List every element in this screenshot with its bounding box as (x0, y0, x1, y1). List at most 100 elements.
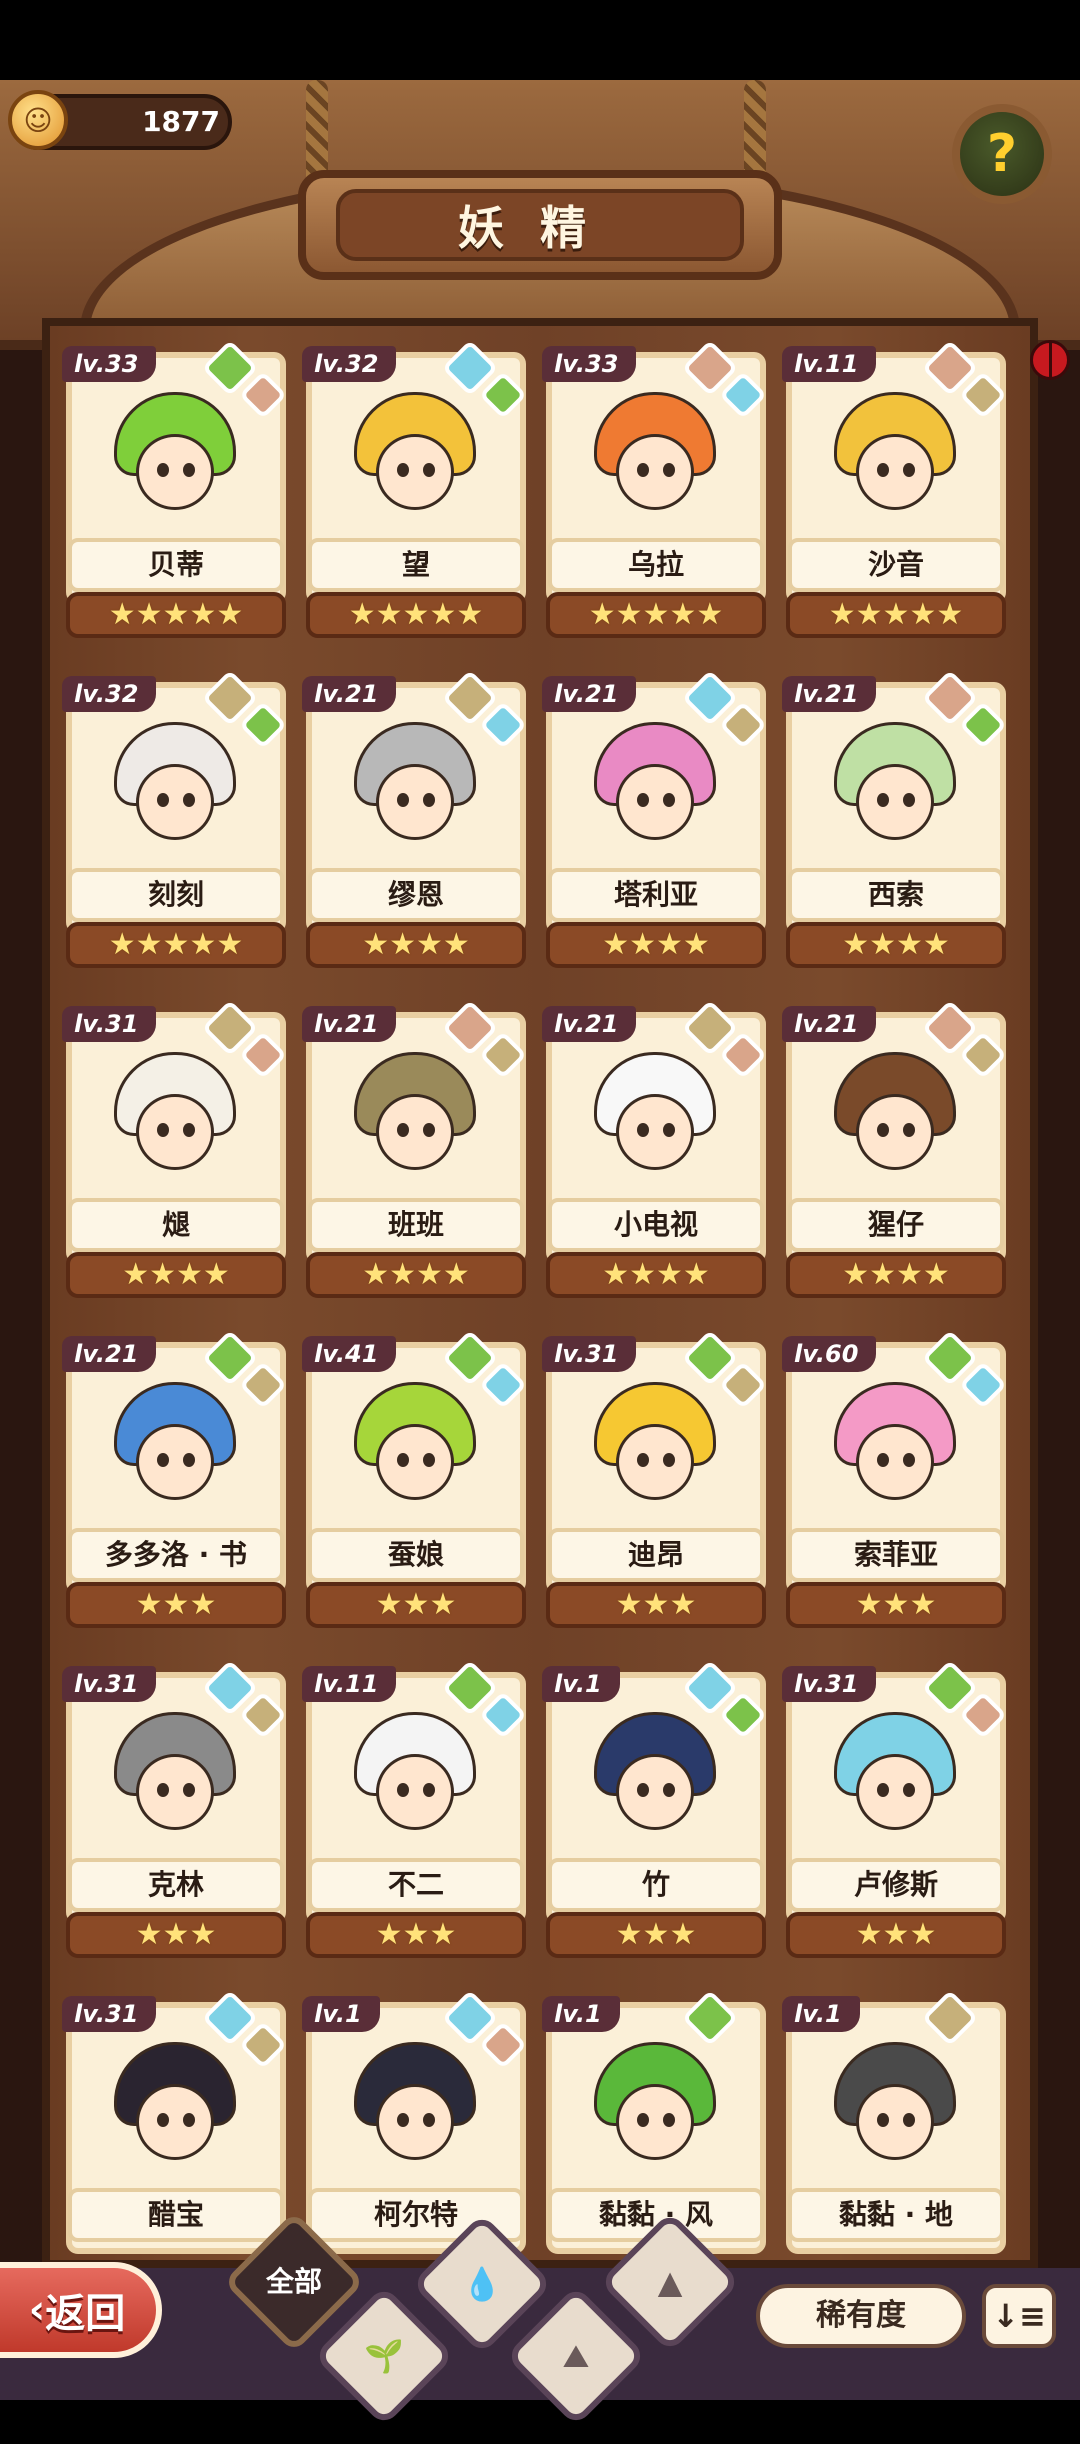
fairy-card[interactable]: lv.11 沙音 ★★★★★ (782, 339, 1008, 642)
fairy-name: 西索 (788, 868, 1004, 922)
fairy-portrait (100, 714, 250, 864)
eye (397, 1783, 409, 1797)
eye (903, 1453, 915, 1467)
sort-order-button[interactable]: ↓≡ (982, 2284, 1056, 2348)
eye (157, 1123, 169, 1137)
eye (903, 463, 915, 477)
fairy-portrait (580, 1704, 730, 1854)
level-badge: lv.1 (542, 1666, 620, 1702)
fairy-card[interactable]: lv.21 小电视 ★★★★ (542, 999, 768, 1302)
star-rating: ★★★★★ (66, 592, 286, 638)
fairy-name: 克林 (68, 1858, 284, 1912)
fairy-card[interactable]: lv.33 贝蒂 ★★★★★ (62, 339, 288, 642)
fairy-card[interactable]: lv.60 索菲亚 ★★★ (782, 1329, 1008, 1632)
fairy-card[interactable]: lv.31 克林 ★★★ (62, 1659, 288, 1962)
ladybug-icon[interactable] (1030, 340, 1070, 380)
star-rating: ★★★★ (786, 922, 1006, 968)
star-rating: ★★★ (66, 1912, 286, 1958)
fairy-face (616, 2084, 694, 2160)
eye (157, 1453, 169, 1467)
fairy-card[interactable]: lv.31 醋宝 (62, 1989, 288, 2292)
star-rating: ★★★★ (786, 1252, 1006, 1298)
eye (423, 1123, 435, 1137)
fairy-portrait (820, 1044, 970, 1194)
fairy-face (376, 1424, 454, 1500)
level-badge: lv.11 (782, 346, 877, 382)
fairy-card[interactable]: lv.21 塔利亚 ★★★★ (542, 669, 768, 972)
fairy-portrait (340, 2034, 490, 2184)
leaf-icon: 🌱 (364, 2337, 404, 2375)
eye (397, 2113, 409, 2127)
star-icons: ★★★★ (122, 1257, 230, 1292)
fairy-name: 竹 (548, 1858, 764, 1912)
star-rating: ★★★★★ (786, 592, 1006, 638)
fairy-card[interactable]: lv.1 黏黏 · 地 (782, 1989, 1006, 2292)
back-button[interactable]: ‹ 返回 (0, 2262, 162, 2358)
eye (877, 793, 889, 807)
fairy-name: 沙音 (788, 538, 1004, 592)
fairy-face (856, 2084, 934, 2160)
level-badge: lv.31 (62, 1996, 157, 2032)
eye (157, 2113, 169, 2127)
fairy-face (856, 764, 934, 840)
eye (663, 2113, 675, 2127)
fairy-face (616, 1424, 694, 1500)
eye (183, 1123, 195, 1137)
star-icons: ★★★ (855, 1587, 937, 1622)
star-icons: ★★★ (135, 1917, 217, 1952)
level-badge: lv.32 (62, 676, 157, 712)
fairy-face (136, 2084, 214, 2160)
eye (903, 793, 915, 807)
fairy-card[interactable]: lv.21 猩仔 ★★★★ (782, 999, 1008, 1302)
eye (877, 2113, 889, 2127)
fairy-card[interactable]: lv.32 望 ★★★★★ (302, 339, 528, 642)
level-badge: lv.31 (542, 1336, 637, 1372)
star-icons: ★★★★★ (108, 927, 244, 962)
star-rating: ★★★ (66, 1582, 286, 1628)
fairy-face (376, 764, 454, 840)
fairy-card[interactable]: lv.21 西索 ★★★★ (782, 669, 1008, 972)
fairy-card[interactable]: lv.31 煺 ★★★★ (62, 999, 288, 1302)
fairy-card[interactable]: lv.21 班班 ★★★★ (302, 999, 528, 1302)
eye (637, 793, 649, 807)
fairy-card[interactable]: lv.21 多多洛 · 书 ★★★ (62, 1329, 288, 1632)
help-button[interactable]: ? (952, 104, 1052, 204)
fairy-card[interactable]: lv.31 卢修斯 ★★★ (782, 1659, 1008, 1962)
fairy-face (616, 1094, 694, 1170)
level-badge: lv.21 (542, 676, 637, 712)
water-icon: 💧 (462, 2265, 502, 2303)
star-rating: ★★★ (786, 1912, 1006, 1958)
fairy-card[interactable]: lv.31 迪昂 ★★★ (542, 1329, 768, 1632)
fairy-card[interactable]: lv.1 竹 ★★★ (542, 1659, 768, 1962)
fairy-face (136, 1754, 214, 1830)
fairy-portrait (100, 1374, 250, 1524)
star-icons: ★★★★★ (348, 597, 484, 632)
level-badge: lv.41 (302, 1336, 397, 1372)
star-rating: ★★★ (546, 1582, 766, 1628)
fairy-card[interactable]: lv.32 刻刻 ★★★★★ (62, 669, 288, 972)
eye (663, 793, 675, 807)
level-badge: lv.31 (62, 1006, 157, 1042)
rarity-sort-button[interactable]: 稀有度 (756, 2284, 966, 2348)
star-rating: ★★★★ (306, 922, 526, 968)
fairy-name: 乌拉 (548, 538, 764, 592)
fairy-face (136, 1424, 214, 1500)
star-rating: ★★★★ (306, 1252, 526, 1298)
fairy-card[interactable]: lv.33 乌拉 ★★★★★ (542, 339, 768, 642)
star-icons: ★★★★ (842, 1257, 950, 1292)
eye (157, 793, 169, 807)
fairy-name: 黏黏 · 地 (788, 2188, 1004, 2242)
fairy-card[interactable]: lv.41 蚕娘 ★★★ (302, 1329, 528, 1632)
fairy-name: 卢修斯 (788, 1858, 1004, 1912)
fairy-face (376, 1754, 454, 1830)
fairy-name: 迪昂 (548, 1528, 764, 1582)
fairy-portrait (340, 384, 490, 534)
eye (903, 1783, 915, 1797)
fairy-portrait (580, 714, 730, 864)
fairy-name: 贝蒂 (68, 538, 284, 592)
fairy-face (136, 434, 214, 510)
fairy-card[interactable]: lv.21 缪恩 ★★★★ (302, 669, 528, 972)
fairy-card[interactable]: lv.11 不二 ★★★ (302, 1659, 528, 1962)
star-icons: ★★★ (615, 1587, 697, 1622)
fairy-portrait (100, 384, 250, 534)
